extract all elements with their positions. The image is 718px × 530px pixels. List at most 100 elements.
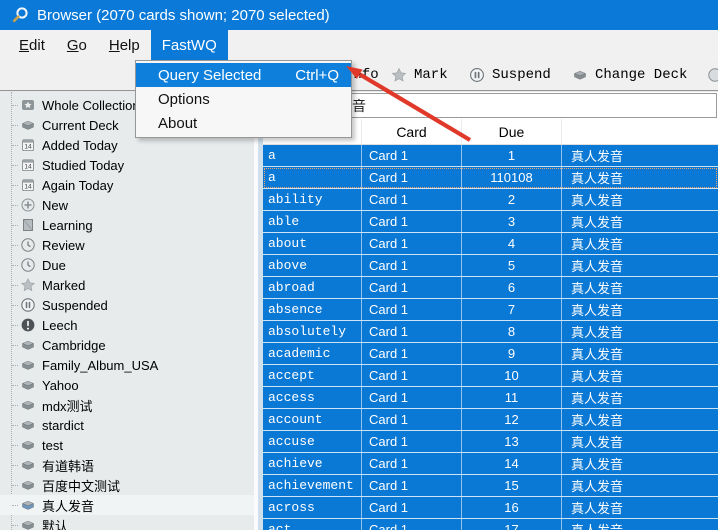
cell-card[interactable]: Card 1 [362,299,462,320]
column-header-deck[interactable] [562,119,718,144]
sidebar-item-8[interactable]: Due [0,255,254,275]
cell-due[interactable]: 7 [462,299,562,320]
menu-help[interactable]: Help [98,30,151,60]
cell-deck[interactable]: 真人发音 [562,299,718,320]
sidebar-item-10[interactable]: Suspended [0,295,254,315]
menu-item-options[interactable]: Options [136,87,351,111]
toolbar-change-deck-button[interactable]: Change Deck [572,60,687,90]
cell-card[interactable]: Card 1 [362,409,462,430]
cell-sort-field[interactable]: achievement [263,475,362,496]
cell-deck[interactable]: 真人发音 [562,255,718,276]
cell-sort-field[interactable]: ability [263,189,362,210]
sidebar-item-12[interactable]: Cambridge [0,335,254,355]
sidebar-item-5[interactable]: New [0,195,254,215]
sidebar-item-3[interactable]: 14 Studied Today [0,155,254,175]
sidebar-item-16[interactable]: stardict [0,415,254,435]
cell-deck[interactable]: 真人发音 [562,145,718,166]
cell-deck[interactable]: 真人发音 [562,211,718,232]
toolbar-suspend-button[interactable]: Suspend [469,60,551,90]
cell-sort-field[interactable]: a [263,167,362,188]
cell-deck[interactable]: 真人发音 [562,475,718,496]
sidebar-item-17[interactable]: test [0,435,254,455]
cell-deck[interactable]: 真人发音 [562,343,718,364]
cell-card[interactable]: Card 1 [362,233,462,254]
sidebar-item-19[interactable]: 百度中文测试 [0,475,254,495]
cell-due[interactable]: 15 [462,475,562,496]
sidebar-item-14[interactable]: Yahoo [0,375,254,395]
sidebar-item-9[interactable]: Marked [0,275,254,295]
cell-card[interactable]: Card 1 [362,519,462,530]
cell-due[interactable]: 5 [462,255,562,276]
cell-due[interactable]: 14 [462,453,562,474]
cell-sort-field[interactable]: above [263,255,362,276]
cell-card[interactable]: Card 1 [362,255,462,276]
cell-card[interactable]: Card 1 [362,453,462,474]
menu-edit[interactable]: Edit [8,30,56,60]
cell-card[interactable]: Card 1 [362,145,462,166]
sidebar-item-6[interactable]: Learning [0,215,254,235]
cell-card[interactable]: Card 1 [362,167,462,188]
cell-due[interactable]: 12 [462,409,562,430]
cell-due[interactable]: 10 [462,365,562,386]
cell-due[interactable]: 1 [462,145,562,166]
cell-due[interactable]: 110108 [462,167,562,188]
cell-sort-field[interactable]: achieve [263,453,362,474]
column-header-card[interactable]: Card [362,119,462,144]
cell-card[interactable]: Card 1 [362,431,462,452]
cell-sort-field[interactable]: abroad [263,277,362,298]
sidebar-item-7[interactable]: Review [0,235,254,255]
sidebar-item-13[interactable]: Family_Album_USA [0,355,254,375]
cell-deck[interactable]: 真人发音 [562,321,718,342]
cell-due[interactable]: 4 [462,233,562,254]
cell-sort-field[interactable]: accept [263,365,362,386]
cell-card[interactable]: Card 1 [362,189,462,210]
cell-deck[interactable]: 真人发音 [562,365,718,386]
pane-splitter[interactable] [254,92,263,530]
cell-sort-field[interactable]: act [263,519,362,530]
sidebar-item-4[interactable]: 14 Again Today [0,175,254,195]
cell-card[interactable]: Card 1 [362,475,462,496]
cell-deck[interactable]: 真人发音 [562,277,718,298]
sidebar-item-21[interactable]: 默认 [0,515,254,530]
cell-sort-field[interactable]: a [263,145,362,166]
cell-sort-field[interactable]: accuse [263,431,362,452]
toolbar-clipped-button[interactable] [704,60,718,90]
cell-deck[interactable]: 真人发音 [562,453,718,474]
cell-sort-field[interactable]: academic [263,343,362,364]
sidebar-item-15[interactable]: mdx测试 [0,395,254,415]
cell-sort-field[interactable]: able [263,211,362,232]
cell-due[interactable]: 3 [462,211,562,232]
cell-due[interactable]: 8 [462,321,562,342]
column-header-due[interactable]: Due [462,119,562,144]
cell-sort-field[interactable]: about [263,233,362,254]
cell-sort-field[interactable]: absolutely [263,321,362,342]
cell-card[interactable]: Card 1 [362,211,462,232]
cell-due[interactable]: 11 [462,387,562,408]
cell-deck[interactable]: 真人发音 [562,387,718,408]
cell-due[interactable]: 6 [462,277,562,298]
cell-sort-field[interactable]: across [263,497,362,518]
cell-card[interactable]: Card 1 [362,387,462,408]
sidebar-item-20[interactable]: 真人发音 [0,495,254,515]
menu-go[interactable]: Go [56,30,98,60]
sidebar-item-11[interactable]: Leech [0,315,254,335]
sidebar-item-2[interactable]: 14 Added Today [0,135,254,155]
cell-deck[interactable]: 真人发音 [562,167,718,188]
cell-deck[interactable]: 真人发音 [562,233,718,254]
cell-deck[interactable]: 真人发音 [562,519,718,530]
cell-deck[interactable]: 真人发音 [562,497,718,518]
cell-card[interactable]: Card 1 [362,277,462,298]
cell-sort-field[interactable]: account [263,409,362,430]
cell-card[interactable]: Card 1 [362,343,462,364]
cell-due[interactable]: 2 [462,189,562,210]
cell-due[interactable]: 17 [462,519,562,530]
cell-deck[interactable]: 真人发音 [562,189,718,210]
sidebar-item-18[interactable]: 有道韩语 [0,455,254,475]
cell-due[interactable]: 13 [462,431,562,452]
toolbar-mark-button[interactable]: Mark [391,60,448,90]
cell-sort-field[interactable]: absence [263,299,362,320]
menu-fastwq[interactable]: FastWQ [151,30,228,60]
cell-card[interactable]: Card 1 [362,497,462,518]
cell-deck[interactable]: 真人发音 [562,409,718,430]
menu-item-query-selected[interactable]: Query Selected Ctrl+Q [136,63,351,87]
